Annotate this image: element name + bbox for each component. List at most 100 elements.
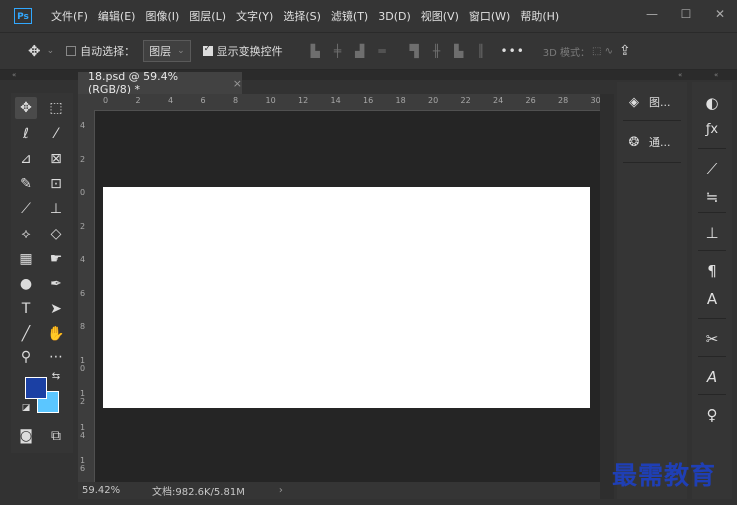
auto-select-target-value: 图层 xyxy=(149,45,172,58)
magic-wand-icon[interactable]: ⁄ xyxy=(45,123,67,145)
pen-icon[interactable]: ✒ xyxy=(45,273,67,295)
lasso-icon[interactable]: ℓ xyxy=(15,123,37,145)
ruler-h-label: 24 xyxy=(493,96,504,105)
path-select-icon[interactable]: ➤ xyxy=(45,298,67,320)
gradient-icon[interactable]: ▦ xyxy=(15,248,37,270)
menu-view[interactable]: 视图(V) xyxy=(416,8,464,24)
menu-image[interactable]: 图像(I) xyxy=(140,8,184,24)
stamp-icon[interactable]: ⊥ xyxy=(45,198,67,220)
paragraph-icon[interactable]: ¶ xyxy=(692,262,732,280)
history-brush-icon[interactable]: ⟡ xyxy=(15,223,37,245)
ruler-h-label: 2 xyxy=(135,96,141,105)
brush-icon[interactable]: ⟋ xyxy=(15,198,37,220)
restore-icon[interactable]: ☐ xyxy=(669,0,703,28)
menu-filter[interactable]: 滤镜(T) xyxy=(326,8,373,24)
ruler-h-label: 28 xyxy=(558,96,569,105)
panel-divider xyxy=(623,162,681,163)
panel-divider xyxy=(698,356,726,357)
ruler-h-label: 10 xyxy=(265,96,276,105)
more-options-button[interactable]: ••• xyxy=(501,44,525,58)
tool-preset-caret-icon[interactable]: ⌄ xyxy=(47,46,55,56)
vertical-scrollbar[interactable] xyxy=(600,94,614,499)
menu-select[interactable]: 选择(S) xyxy=(278,8,326,24)
hand-icon[interactable]: ✋ xyxy=(45,323,67,345)
document-tab[interactable]: 18.psd @ 59.4%(RGB/8) * × xyxy=(78,70,242,96)
panel-icon-dock: ◐ ƒx ⟋ ≒ ⊥ ¶ A ✂ A ♀ xyxy=(692,82,732,499)
ruler-h-label: 26 xyxy=(525,96,536,105)
distribute-vertical-icon[interactable]: ║ xyxy=(477,44,484,58)
ruler-h-label: 20 xyxy=(428,96,439,105)
default-colors-icon[interactable]: ◪ xyxy=(19,401,33,415)
adjustments-icon[interactable]: ◐ xyxy=(692,94,732,112)
ruler-v-label: 4 xyxy=(80,121,86,130)
ruler-v-label: 2 xyxy=(80,221,86,231)
character-icon[interactable]: A xyxy=(692,290,732,308)
align-right-icon[interactable]: ▟ xyxy=(355,44,364,58)
smudge-icon[interactable]: ☛ xyxy=(45,248,67,270)
menu-layer[interactable]: 图层(L) xyxy=(184,8,231,24)
clone-source-icon[interactable]: ⊥ xyxy=(692,224,732,242)
3d-mode-label: 3D 模式： xyxy=(542,47,591,59)
glyphs-icon[interactable]: A xyxy=(692,368,732,386)
layers-panel-tab[interactable]: ◈ 图... xyxy=(625,94,671,110)
marquee-icon[interactable]: ⬚ xyxy=(45,97,67,119)
channels-panel-tab[interactable]: ❂ 通... xyxy=(625,134,671,150)
eyedropper-icon[interactable]: ✎ xyxy=(15,173,37,195)
ruler-h-label: 6 xyxy=(200,96,206,105)
minimize-icon[interactable]: — xyxy=(635,0,669,28)
status-menu-arrow[interactable]: › xyxy=(279,485,283,496)
menu-edit[interactable]: 编辑(E) xyxy=(93,8,141,24)
zoom-level[interactable]: 59.42% xyxy=(82,485,152,496)
quick-mask-icon[interactable]: ◙ xyxy=(15,425,37,447)
move-tool-icon[interactable]: ✥ xyxy=(28,42,41,60)
align-hcenter-icon[interactable]: ╪ xyxy=(334,44,341,58)
move-icon[interactable]: ✥ xyxy=(15,97,37,119)
ruler-h-label: 14 xyxy=(330,96,341,105)
zoom-icon[interactable]: ⚲ xyxy=(15,346,37,368)
menu-help[interactable]: 帮助(H) xyxy=(515,8,564,24)
line-icon[interactable]: ╱ xyxy=(15,323,37,345)
type-icon[interactable]: T xyxy=(15,298,37,320)
align-bottom-icon[interactable]: ▙ xyxy=(454,44,463,58)
frame-icon[interactable]: ⊠ xyxy=(45,148,67,170)
more-tools-icon[interactable]: ⋯ xyxy=(45,346,67,368)
brushes-icon[interactable]: ≒ xyxy=(692,188,732,206)
share-icon[interactable]: ⇪ xyxy=(619,43,631,59)
menu-file[interactable]: 文件(F) xyxy=(46,8,93,24)
collapse-right-icon[interactable]: « xyxy=(714,70,718,80)
foreground-color-swatch[interactable] xyxy=(25,377,47,399)
distribute-icon[interactable]: ═ xyxy=(378,44,385,58)
dodge-icon[interactable]: ● xyxy=(15,273,37,295)
horizontal-ruler[interactable]: 0 2 4 6 8 10 12 14 16 18 20 22 24 26 28 30 xyxy=(78,94,601,111)
crop-icon[interactable]: ⊿ xyxy=(15,148,37,170)
auto-select-checkbox[interactable] xyxy=(66,46,77,56)
align-top-icon[interactable]: ▜ xyxy=(410,44,419,58)
align-vcenter-icon[interactable]: ╫ xyxy=(433,44,440,58)
close-tab-icon[interactable]: × xyxy=(233,77,242,90)
menu-3d[interactable]: 3D(D) xyxy=(373,10,416,23)
auto-select-target-dropdown[interactable]: 图层 ⌄ xyxy=(143,40,191,62)
learn-icon[interactable]: ♀ xyxy=(692,406,732,424)
ruler-h-label: 0 xyxy=(103,96,109,105)
panel-dock: ◈ 图... ❂ 通... xyxy=(617,82,687,499)
screen-mode-icon[interactable]: ⧉ xyxy=(45,425,67,447)
menu-window[interactable]: 窗口(W) xyxy=(464,8,515,24)
spot-heal-icon[interactable]: ⊡ xyxy=(45,173,67,195)
show-transform-checkbox[interactable] xyxy=(202,44,213,56)
styles-fx-icon[interactable]: ƒx xyxy=(692,122,732,137)
document-canvas[interactable] xyxy=(103,187,590,408)
collapse-left-icon[interactable]: « xyxy=(12,70,16,80)
collapse-panels-icon[interactable]: « xyxy=(678,70,682,80)
menu-type[interactable]: 文字(Y) xyxy=(231,8,278,24)
swap-colors-icon[interactable]: ⇆ xyxy=(49,369,63,383)
tool-presets-icon[interactable]: ✂ xyxy=(692,330,732,348)
eraser-icon[interactable]: ◇ xyxy=(45,223,67,245)
3d-orbit-icon: ⬚ ∿ xyxy=(592,45,614,57)
close-icon[interactable]: ✕ xyxy=(703,0,737,28)
document-info[interactable]: 文档:982.6K/5.81M xyxy=(152,483,245,498)
status-bar: 59.42% 文档:982.6K/5.81M › xyxy=(78,482,600,499)
brush-settings-icon[interactable]: ⟋ xyxy=(692,160,732,178)
align-left-icon[interactable]: ▙ xyxy=(311,44,320,58)
watermark: 最需教育 xyxy=(612,461,717,490)
vertical-ruler[interactable]: 4 2 0 2 4 6 8 1 0 1 2 1 4 1 6 xyxy=(78,110,95,482)
